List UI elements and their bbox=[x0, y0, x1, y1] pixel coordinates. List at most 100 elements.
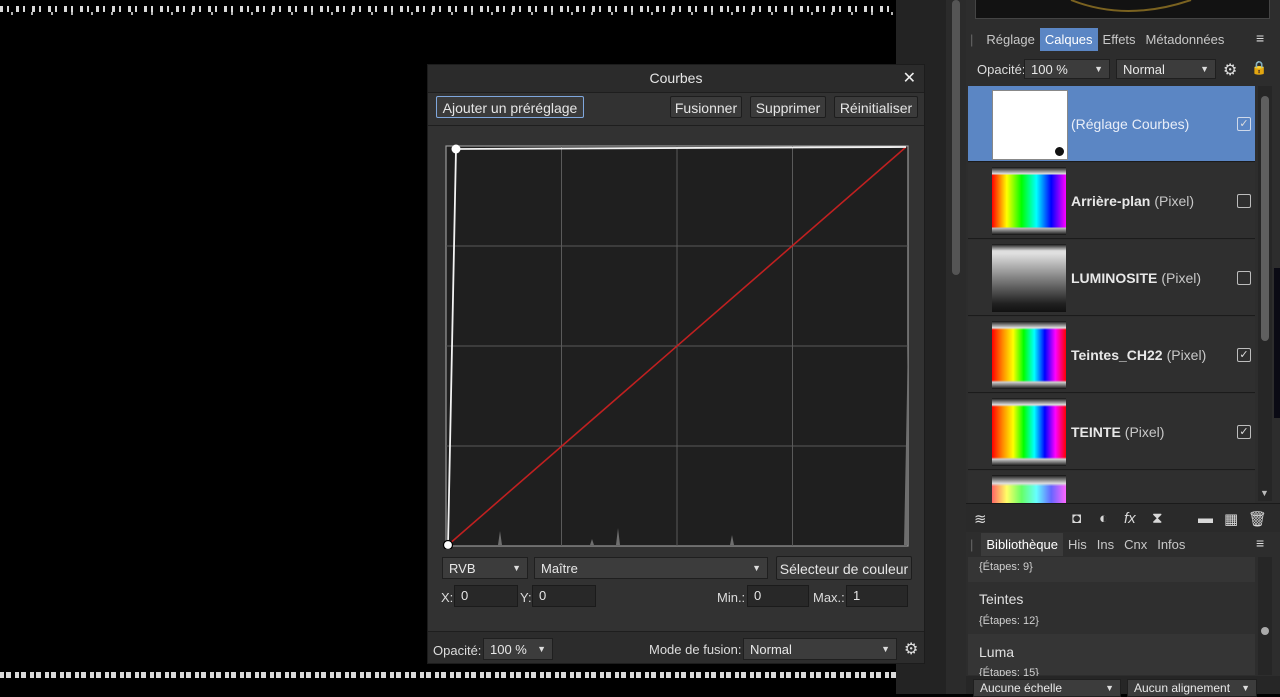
chevron-down-icon: ▼ bbox=[512, 563, 521, 573]
adjustment-badge-icon bbox=[1054, 146, 1065, 157]
close-icon[interactable]: ✕ bbox=[903, 68, 916, 88]
layers-scroll-thumb[interactable] bbox=[1261, 96, 1269, 341]
layers-opacity-select[interactable]: 100 % ▼ bbox=[1024, 59, 1110, 79]
chevron-down-icon: ▼ bbox=[537, 644, 546, 654]
layer-thumbnail bbox=[992, 167, 1066, 235]
tab-infos[interactable]: Infos bbox=[1152, 533, 1190, 556]
scale-select[interactable]: Aucune échelle ▼ bbox=[973, 679, 1121, 697]
max-input[interactable]: 1 bbox=[846, 585, 908, 607]
y-label: Y: bbox=[520, 590, 532, 605]
lock-icon[interactable]: 🔒 bbox=[1251, 60, 1267, 76]
tab-effets[interactable]: Effets bbox=[1098, 28, 1141, 51]
tab-calques[interactable]: Calques bbox=[1039, 27, 1098, 51]
chevron-down-icon: ▼ bbox=[1200, 64, 1209, 74]
x-input[interactable]: 0 bbox=[454, 585, 518, 607]
channel-select[interactable]: Maître ▼ bbox=[534, 557, 768, 579]
align-select[interactable]: Aucun alignement ▼ bbox=[1127, 679, 1257, 697]
tab-ins[interactable]: Ins bbox=[1092, 533, 1119, 556]
tab-history[interactable]: His bbox=[1063, 533, 1092, 556]
layer-visibility-checkbox[interactable]: ✓ bbox=[1237, 348, 1251, 362]
canvas-artifact-bottom bbox=[0, 672, 896, 678]
trash-icon[interactable]: 🗑 bbox=[1248, 510, 1267, 528]
pixel-layer-icon[interactable]: ▦ bbox=[1224, 510, 1238, 528]
curves-graph[interactable] bbox=[440, 141, 912, 549]
chevron-down-icon: ▼ bbox=[1094, 64, 1103, 74]
blend-mode-select[interactable]: Normal ▼ bbox=[743, 638, 897, 660]
channel-mode-value: RVB bbox=[449, 560, 476, 576]
folder-icon[interactable]: ▬ bbox=[1198, 510, 1213, 527]
layer-row[interactable]: Arrière-plan (Pixel) bbox=[968, 163, 1255, 239]
color-picker-button[interactable]: Sélecteur de couleur bbox=[776, 556, 912, 580]
layer-visibility-checkbox[interactable]: ✓ bbox=[1237, 425, 1251, 439]
layer-visibility-checkbox[interactable] bbox=[1237, 194, 1251, 208]
fx-icon[interactable]: fx bbox=[1124, 510, 1136, 527]
curves-dialog: Courbes ✕ Ajouter un préréglage Fusionne… bbox=[427, 64, 925, 664]
canvas-scroll-thumb[interactable] bbox=[952, 0, 960, 275]
studio-tabs: | Réglage Calques Effets Métadonnées bbox=[970, 27, 1230, 51]
edge-strip bbox=[1274, 268, 1280, 418]
layers-toolbar: ≋ ◘ ◐ fx ⧗ ▬ ▦ 🗑 bbox=[966, 503, 1280, 532]
gear-icon[interactable]: ⚙ bbox=[1223, 60, 1237, 80]
y-input[interactable]: 0 bbox=[532, 585, 596, 607]
layer-name: LUMINOSITE (Pixel) bbox=[1071, 270, 1202, 286]
channel-mode-select[interactable]: RVB ▼ bbox=[442, 557, 528, 579]
layer-thumbnail bbox=[992, 90, 1068, 160]
delete-button[interactable]: Supprimer bbox=[750, 96, 826, 118]
layer-name: Teintes_CH22 (Pixel) bbox=[1071, 347, 1207, 363]
library-scrollbar[interactable] bbox=[1258, 557, 1272, 675]
live-filter-icon[interactable]: ⧗ bbox=[1152, 510, 1163, 527]
mask-icon[interactable]: ◘ bbox=[1072, 510, 1081, 527]
tab-cnx[interactable]: Cnx bbox=[1119, 533, 1152, 556]
layer-thumbnail bbox=[992, 475, 1066, 503]
library-item-name: Luma bbox=[979, 644, 1015, 660]
tab-bibliotheque[interactable]: Bibliothèque bbox=[981, 532, 1063, 556]
panel-grip-icon: | bbox=[970, 536, 974, 552]
scroll-down-icon[interactable]: ▼ bbox=[1260, 488, 1269, 498]
layer-visibility-checkbox[interactable]: ✓ bbox=[1237, 117, 1251, 131]
panel-grip-icon: | bbox=[970, 31, 974, 47]
layer-row[interactable]: TEINTE (Pixel) ✓ bbox=[968, 394, 1255, 470]
layer-row[interactable]: LUMINOSITE (Pixel) bbox=[968, 240, 1255, 316]
navigator-preview bbox=[975, 0, 1270, 19]
tab-metadonnees[interactable]: Métadonnées bbox=[1141, 28, 1230, 51]
tab-reglage[interactable]: Réglage bbox=[981, 28, 1039, 51]
library-tabs: | Bibliothèque His Ins Cnx Infos bbox=[970, 532, 1190, 556]
divider bbox=[428, 125, 924, 126]
layer-thumbnail bbox=[992, 321, 1066, 389]
layer-row[interactable]: (Réglage Courbes) ✓ bbox=[968, 86, 1255, 162]
layer-thumbnail bbox=[992, 398, 1066, 466]
add-preset-button[interactable]: Ajouter un préréglage bbox=[436, 96, 584, 118]
layer-row-partial[interactable] bbox=[968, 471, 1255, 503]
opacity-label: Opacité: bbox=[433, 643, 482, 658]
library-steps: {Étapes: 12} bbox=[979, 615, 1039, 627]
merge-button[interactable]: Fusionner bbox=[670, 96, 742, 118]
layers-opacity-label: Opacité: bbox=[977, 62, 1026, 77]
layer-row[interactable]: Teintes_CH22 (Pixel) ✓ bbox=[968, 317, 1255, 393]
divider bbox=[428, 92, 924, 93]
gear-icon[interactable]: ⚙ bbox=[904, 639, 918, 659]
chevron-down-icon: ▼ bbox=[1105, 683, 1114, 693]
layers-stack-icon[interactable]: ≋ bbox=[974, 510, 987, 528]
x-label: X: bbox=[441, 590, 454, 605]
opacity-select[interactable]: 100 % ▼ bbox=[483, 638, 553, 660]
opacity-value: 100 % bbox=[490, 641, 527, 657]
min-input[interactable]: 0 bbox=[747, 585, 809, 607]
curve-point[interactable] bbox=[442, 539, 454, 550]
align-value: Aucun alignement bbox=[1134, 681, 1231, 695]
layer-name: TEINTE (Pixel) bbox=[1071, 424, 1165, 440]
blend-mode-value: Normal bbox=[750, 641, 792, 657]
layer-visibility-checkbox[interactable] bbox=[1237, 271, 1251, 285]
library-menu-icon[interactable]: ≡ bbox=[1256, 535, 1264, 551]
library-scroll-thumb[interactable] bbox=[1261, 627, 1269, 635]
reset-button[interactable]: Réinitialiser bbox=[834, 96, 918, 118]
curve-point[interactable] bbox=[451, 144, 461, 154]
panel-menu-icon[interactable]: ≡ bbox=[1256, 30, 1264, 46]
adjustment-icon[interactable]: ◐ bbox=[1099, 510, 1108, 527]
max-label: Max.: bbox=[813, 590, 845, 605]
preview-ring-icon bbox=[1070, 0, 1192, 12]
channel-value: Maître bbox=[541, 560, 578, 576]
layers-blend-value: Normal bbox=[1123, 61, 1165, 77]
layer-name: (Réglage Courbes) bbox=[1071, 116, 1190, 132]
dialog-title: Courbes bbox=[428, 65, 924, 92]
layers-blend-select[interactable]: Normal ▼ bbox=[1116, 59, 1216, 79]
